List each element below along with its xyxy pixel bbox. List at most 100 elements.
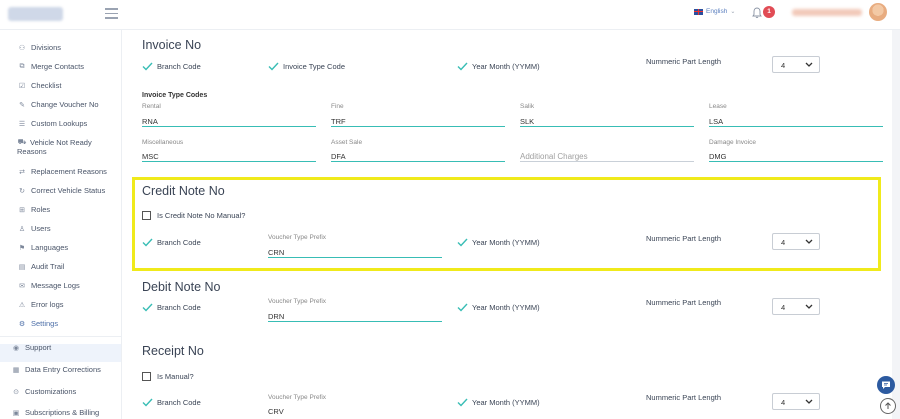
credit-numeric-select[interactable]: 4 <box>772 233 820 250</box>
notification-badge: 1 <box>763 6 775 18</box>
sidebar-item-label: Checklist <box>31 81 62 90</box>
invoice-numeric-select[interactable]: 4 <box>772 56 820 73</box>
checkmark-icon <box>457 303 468 312</box>
credit-branch-code-check[interactable]: Branch Code <box>142 238 201 247</box>
asset-sale-code-field[interactable]: DFA <box>331 150 505 162</box>
debit-prefix-field[interactable]: DRN <box>268 310 442 322</box>
sidebar-item-support[interactable]: ◉ Support <box>12 343 51 352</box>
invoice-type-code-check[interactable]: Invoice Type Code <box>268 62 345 71</box>
sidebar-item-audit-trail[interactable]: ▤ Audit Trail <box>18 262 65 271</box>
sidebar-item-error-logs[interactable]: ⚠ Error logs <box>18 300 64 309</box>
check-label: Branch Code <box>157 238 201 247</box>
receipt-numeric-label: Nummeric Part Length <box>646 393 722 402</box>
field-label: Voucher Type Prefix <box>268 394 327 401</box>
sidebar-item-label: Replacement Reasons <box>31 167 107 176</box>
fine-code-field[interactable]: TRF <box>331 115 505 127</box>
credit-manual-checkbox[interactable]: Is Credit Note No Manual? <box>142 211 245 220</box>
debit-branch-code-check[interactable]: Branch Code <box>142 303 201 312</box>
field-label: Asset Sale <box>331 139 363 146</box>
sidebar-item-label: Support <box>25 343 52 352</box>
sidebar-item-vehicle-not-ready[interactable]: ⛟ Vehicle Not Ready Reasons <box>17 138 92 156</box>
support-icon: ◉ <box>12 344 20 352</box>
sidebar-item-merge-contacts[interactable]: ⧉ Merge Contacts <box>18 62 84 71</box>
debit-numeric-select[interactable]: 4 <box>772 298 820 315</box>
sidebar-item-data-entry-corrections[interactable]: ▦ Data Entry Corrections <box>12 365 101 374</box>
credit-prefix-field[interactable]: CRN <box>268 246 442 258</box>
sidebar-item-label: Vehicle Not Ready <box>30 138 92 147</box>
receipt-prefix-field[interactable]: CRV <box>268 405 442 417</box>
language-selector[interactable]: English ⌄ <box>694 8 735 15</box>
additional-charges-field[interactable]: Additional Charges <box>520 150 694 162</box>
chevron-down-icon <box>805 399 813 404</box>
sidebar-item-label: Error logs <box>31 300 64 309</box>
checkbox-box[interactable] <box>142 211 151 220</box>
sidebar-item-label: Roles <box>31 205 51 214</box>
debit-year-month-check[interactable]: Year Month (YYMM) <box>457 303 540 312</box>
arrow-up-icon <box>885 402 891 409</box>
car-icon: ⛟ <box>17 138 27 146</box>
sidebar-item-users[interactable]: ♙ Users <box>18 224 51 233</box>
menu-toggle-icon[interactable] <box>105 8 118 20</box>
avatar[interactable] <box>869 3 887 21</box>
chevron-down-icon <box>805 62 813 67</box>
uk-flag-icon <box>694 8 703 15</box>
sidebar-item-correct-vehicle-status[interactable]: ↻ Correct Vehicle Status <box>18 186 105 195</box>
invoice-year-month-check[interactable]: Year Month (YYMM) <box>457 62 540 71</box>
chevron-down-icon: ⌄ <box>730 9 736 15</box>
field-label: Fine <box>331 103 344 110</box>
receipt-branch-code-check[interactable]: Branch Code <box>142 398 201 407</box>
user-name[interactable] <box>792 9 862 16</box>
sidebar-item-label: Change Voucher No <box>31 100 99 109</box>
check-label: Year Month (YYMM) <box>472 62 540 71</box>
sidebar-item-label: Users <box>31 224 51 233</box>
receipt-year-month-check[interactable]: Year Month (YYMM) <box>457 398 540 407</box>
invoice-numeric-label: Nummeric Part Length <box>646 57 722 66</box>
checkmark-icon <box>457 62 468 71</box>
sidebar-item-languages[interactable]: ⚑ Languages <box>18 243 68 252</box>
damage-invoice-code-field[interactable]: DMG <box>709 150 883 162</box>
field-label: Damage Invoice <box>709 139 756 146</box>
sidebar-item-label: Divisions <box>31 43 62 52</box>
invoice-branch-code-check[interactable]: Branch Code <box>142 62 201 71</box>
checkmark-icon <box>142 398 153 407</box>
sidebar-item-message-logs[interactable]: ✉ Message Logs <box>18 281 80 290</box>
credit-year-month-check[interactable]: Year Month (YYMM) <box>457 238 540 247</box>
list-icon: ☰ <box>18 120 26 128</box>
chat-button[interactable] <box>877 376 895 394</box>
checkbox-box[interactable] <box>142 372 151 381</box>
scroll-top-button[interactable] <box>880 398 896 414</box>
sidebar-item-customizations[interactable]: ⊙ Customizations <box>12 387 76 396</box>
lease-code-field[interactable]: LSA <box>709 115 883 127</box>
language-label: English <box>706 8 728 15</box>
sidebar: ⚇ Divisions ⧉ Merge Contacts ☑ Checklist… <box>0 30 122 419</box>
scrollbar[interactable] <box>892 30 900 419</box>
sidebar-item-label: Languages <box>31 243 69 252</box>
receipt-manual-checkbox[interactable]: Is Manual? <box>142 372 194 381</box>
sidebar-item-label: Merge Contacts <box>31 62 84 71</box>
sidebar-item-label: Custom Lookups <box>31 119 88 128</box>
salik-code-field[interactable]: SLK <box>520 115 694 127</box>
divider <box>0 336 121 337</box>
rental-code-field[interactable]: RNA <box>142 115 316 127</box>
sidebar-item-change-voucher-no[interactable]: ✎ Change Voucher No <box>18 100 99 109</box>
checkmark-icon <box>142 303 153 312</box>
field-label: Rental <box>142 103 161 110</box>
field-label: Miscellaneous <box>142 139 184 146</box>
field-label: Voucher Type Prefix <box>268 298 327 305</box>
bell-icon[interactable] <box>752 7 762 19</box>
sidebar-item-settings[interactable]: ⚙ Settings <box>18 319 58 328</box>
sidebar-item-custom-lookups[interactable]: ☰ Custom Lookups <box>18 119 87 128</box>
check-label: Branch Code <box>157 303 201 312</box>
highlight-box <box>132 177 881 271</box>
invoice-type-codes-heading: Invoice Type Codes <box>142 92 208 99</box>
chevron-down-icon <box>805 239 813 244</box>
check-label: Branch Code <box>157 398 201 407</box>
receipt-numeric-select[interactable]: 4 <box>772 393 820 410</box>
sidebar-item-divisions[interactable]: ⚇ Divisions <box>18 43 61 52</box>
field-label: Lease <box>709 103 727 110</box>
sidebar-item-checklist[interactable]: ☑ Checklist <box>18 81 62 90</box>
sidebar-item-replacement-reasons[interactable]: ⇄ Replacement Reasons <box>18 167 107 176</box>
miscellaneous-code-field[interactable]: MSC <box>142 150 316 162</box>
sidebar-item-subscriptions-billing[interactable]: ▣ Subscriptions & Billing <box>12 408 100 417</box>
sidebar-item-roles[interactable]: ⊞ Roles <box>18 205 50 214</box>
